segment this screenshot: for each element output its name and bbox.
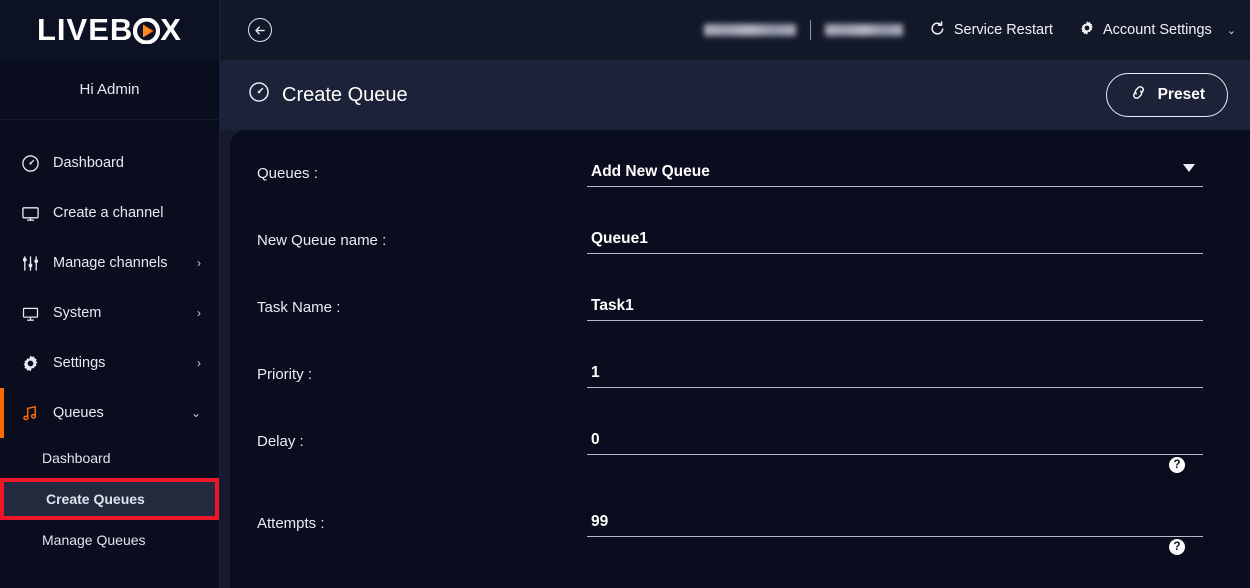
priority-input[interactable]: 1 bbox=[587, 357, 1203, 388]
preset-button[interactable]: Preset bbox=[1105, 73, 1228, 117]
back-arrow-icon[interactable] bbox=[248, 18, 272, 42]
chevron-right-icon: › bbox=[197, 256, 201, 270]
app-root: LIVEB X Hi Admin Dashboard Create a chan… bbox=[0, 0, 1250, 588]
field-control[interactable]: 0 ? bbox=[587, 424, 1225, 479]
sidebar-item-label: Create a channel bbox=[53, 205, 164, 221]
gear-icon bbox=[1079, 20, 1095, 40]
attempts-help-row: ? bbox=[587, 537, 1203, 561]
preset-button-label: Preset bbox=[1157, 86, 1205, 103]
sidebar-item-system[interactable]: System › bbox=[0, 288, 219, 338]
logo-text: LIVEB X bbox=[37, 12, 182, 48]
field-label: New Queue name : bbox=[257, 232, 387, 249]
link-chain-icon bbox=[1129, 83, 1148, 107]
sidebar-item-label: Dashboard bbox=[53, 155, 124, 171]
sidebar-item-label: Queues bbox=[53, 405, 104, 421]
form-row-priority: Priority : 1 bbox=[257, 357, 1225, 424]
form-row-task-name: Task Name : Task1 bbox=[257, 290, 1225, 357]
field-control[interactable]: Add New Queue bbox=[587, 156, 1225, 187]
topbar: Service Restart Account Settings ⌄ bbox=[220, 0, 1250, 60]
service-restart-label: Service Restart bbox=[953, 22, 1053, 38]
sidebar-item-queues[interactable]: Queues ⌄ bbox=[0, 388, 219, 438]
new-queue-name-input[interactable]: Queue1 bbox=[587, 223, 1203, 254]
sidebar-item-dashboard[interactable]: Dashboard bbox=[0, 138, 219, 188]
field-label: Queues : bbox=[257, 165, 318, 182]
sidebar-subitem-label: Manage Queues bbox=[42, 532, 146, 548]
redacted-account-email bbox=[703, 24, 796, 36]
field-label: Delay : bbox=[257, 433, 304, 450]
sidebar-item-create-a-channel[interactable]: Create a channel bbox=[0, 188, 219, 238]
chevron-down-icon: ⌄ bbox=[1226, 24, 1236, 37]
redacted-server-address bbox=[824, 24, 903, 36]
sidebar-subitem-manage-queues[interactable]: Manage Queues bbox=[0, 520, 219, 560]
delay-help-row: ? bbox=[587, 455, 1203, 479]
field-control[interactable]: 1 bbox=[587, 357, 1225, 388]
chevron-right-icon: › bbox=[197, 356, 201, 370]
field-label: Task Name : bbox=[257, 299, 341, 316]
gauge-icon bbox=[20, 153, 40, 173]
sidebar-item-settings[interactable]: Settings › bbox=[0, 338, 219, 388]
sidebar-item-label: Manage channels bbox=[53, 255, 168, 271]
form-row-new-queue-name: New Queue name : Queue1 bbox=[257, 223, 1225, 290]
form-gap bbox=[257, 491, 1225, 506]
help-icon[interactable]: ? bbox=[1169, 457, 1185, 473]
account-settings-label: Account Settings bbox=[1102, 22, 1212, 38]
chevron-right-icon: › bbox=[197, 306, 201, 320]
monitor-outline-icon bbox=[20, 203, 40, 223]
chevron-down-icon: ⌄ bbox=[190, 406, 201, 420]
sidebar: LIVEB X Hi Admin Dashboard Create a chan… bbox=[0, 0, 220, 588]
queues-select[interactable]: Add New Queue bbox=[587, 156, 1203, 187]
account-settings-button[interactable]: Account Settings ⌄ bbox=[1079, 20, 1236, 40]
sidebar-item-label: System bbox=[53, 305, 102, 321]
page-header: Create Queue Preset bbox=[220, 60, 1250, 130]
sidebar-subitem-dashboard[interactable]: Dashboard bbox=[0, 438, 219, 478]
service-restart-button[interactable]: Service Restart bbox=[929, 20, 1053, 41]
form-row-attempts: Attempts : 99 ? bbox=[257, 506, 1225, 573]
logo-text-right: X bbox=[160, 12, 182, 47]
greeting: Hi Admin bbox=[0, 60, 219, 120]
sidebar-item-label: Settings bbox=[53, 355, 106, 371]
page-title-label: Create Queue bbox=[282, 83, 408, 106]
page-title: Create Queue bbox=[248, 81, 408, 109]
logo-text-left: LIVEB bbox=[37, 12, 134, 47]
gear-icon bbox=[20, 353, 40, 373]
field-control[interactable]: 99 ? bbox=[587, 506, 1225, 561]
attempts-input[interactable]: 99 bbox=[587, 506, 1203, 537]
field-control[interactable]: Queue1 bbox=[587, 223, 1225, 254]
logo-play-mark-icon bbox=[133, 15, 161, 46]
sidebar-subitem-label: Dashboard bbox=[42, 450, 111, 466]
delay-input[interactable]: 0 bbox=[587, 424, 1203, 455]
task-name-input[interactable]: Task1 bbox=[587, 290, 1203, 321]
form-row-queues: Queues : Add New Queue bbox=[257, 156, 1225, 223]
gauge-icon bbox=[248, 81, 270, 109]
chevron-down-icon[interactable] bbox=[1183, 164, 1195, 172]
field-control[interactable]: Task1 bbox=[587, 290, 1225, 321]
monitor-filled-icon bbox=[20, 303, 40, 323]
logo[interactable]: LIVEB X bbox=[0, 0, 219, 60]
topbar-divider bbox=[809, 20, 811, 40]
main-area: Service Restart Account Settings ⌄ Creat… bbox=[220, 0, 1250, 588]
create-queue-form-card: Queues : Add New Queue New Queue name : … bbox=[230, 130, 1250, 588]
field-label: Priority : bbox=[257, 366, 313, 383]
sidebar-subitem-create-queues[interactable]: Create Queues bbox=[0, 478, 219, 520]
sidebar-nav: Dashboard Create a channel Manage channe… bbox=[0, 120, 219, 588]
music-note-icon bbox=[20, 403, 40, 423]
field-label: Attempts : bbox=[257, 515, 325, 532]
sidebar-item-manage-channels[interactable]: Manage channels › bbox=[0, 238, 219, 288]
form-row-delay: Delay : 0 ? bbox=[257, 424, 1225, 491]
help-icon[interactable]: ? bbox=[1169, 539, 1185, 555]
sidebar-subitem-label: Create Queues bbox=[46, 491, 145, 507]
refresh-icon bbox=[929, 20, 946, 41]
sliders-icon bbox=[20, 253, 40, 273]
